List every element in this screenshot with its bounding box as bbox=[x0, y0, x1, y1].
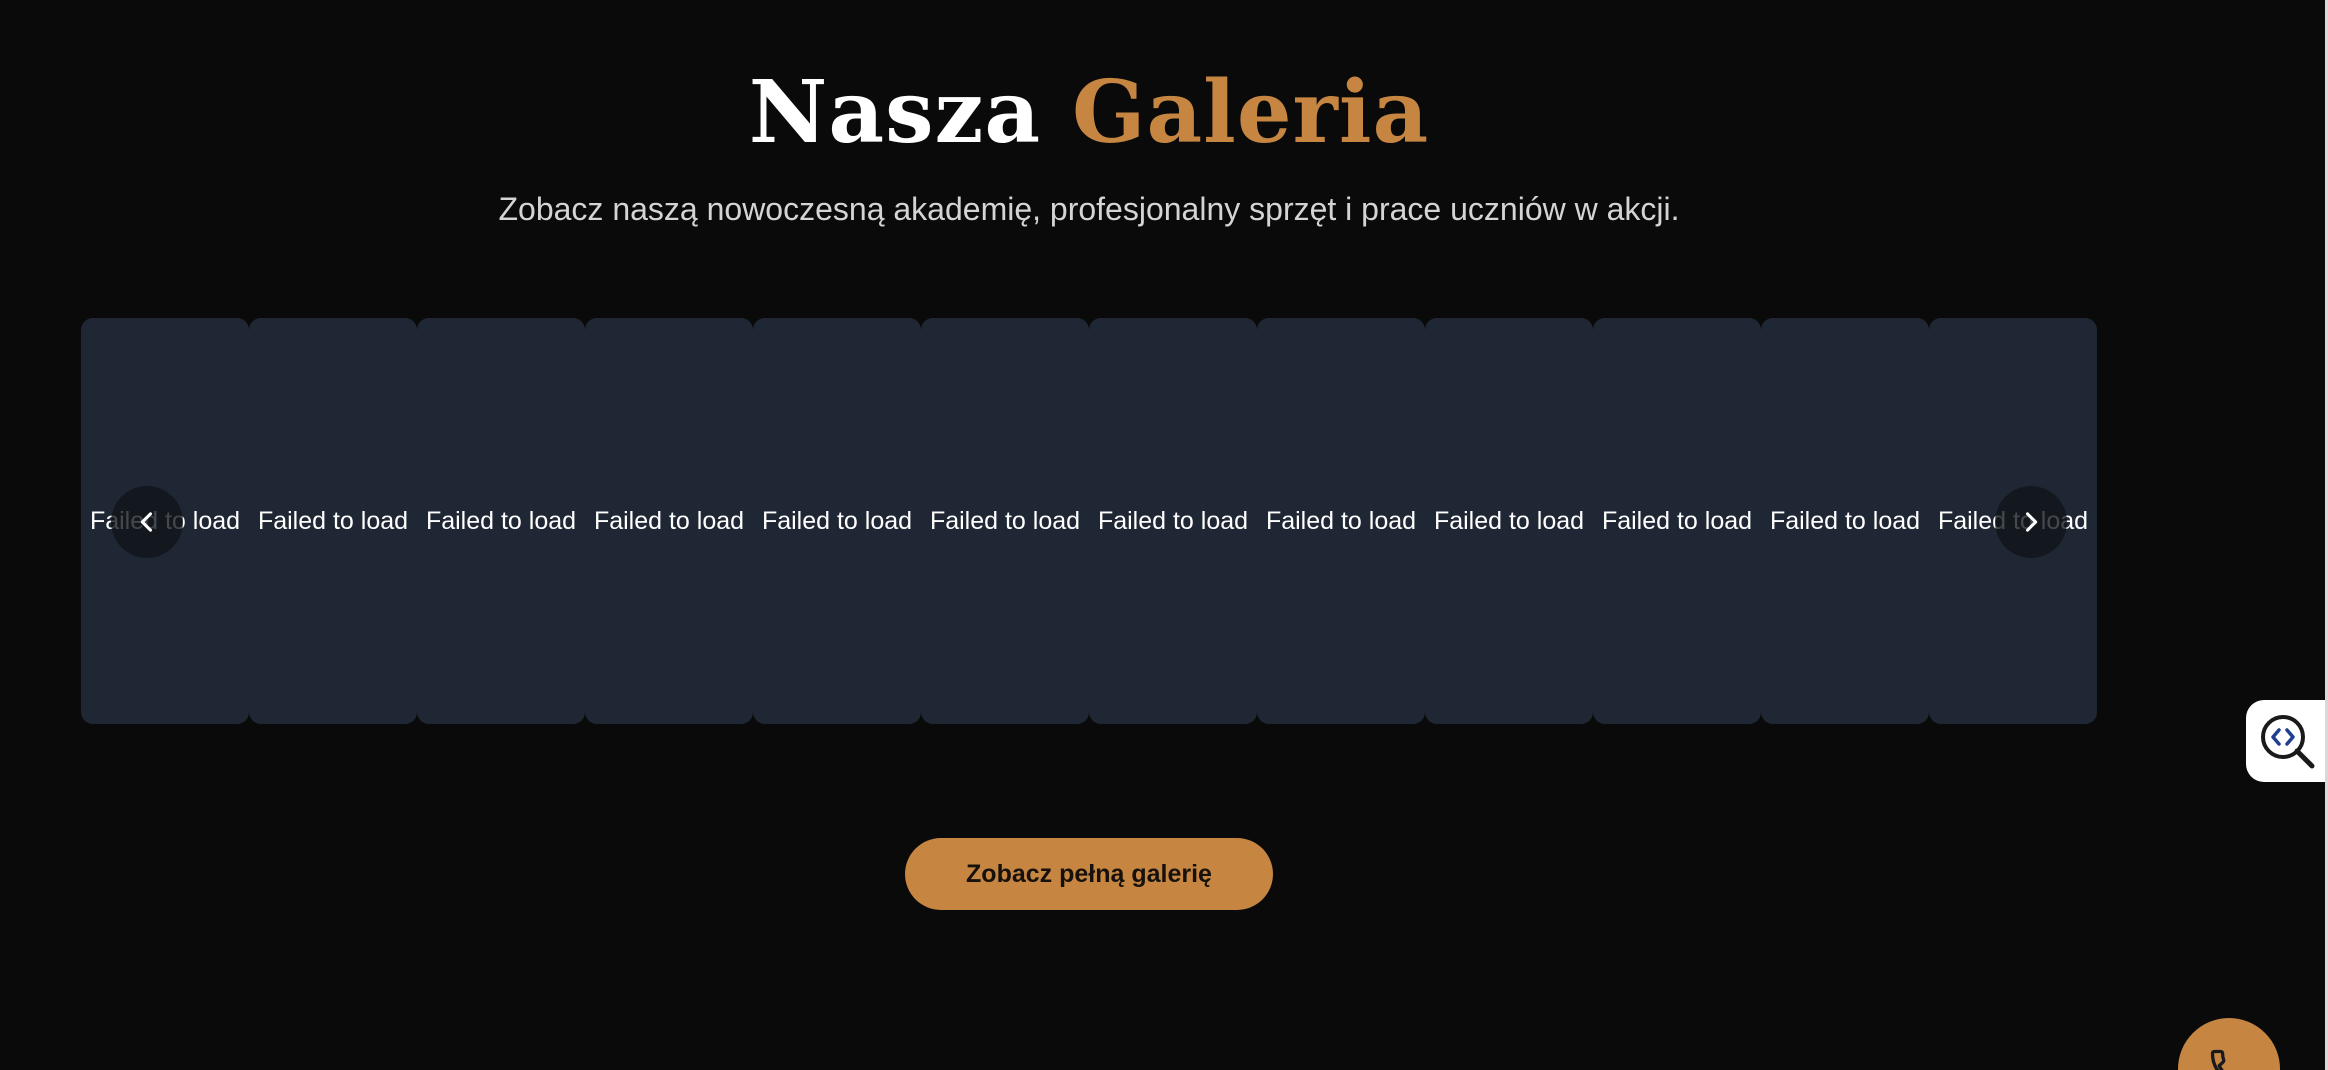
gallery-slide[interactable]: Failed to load bbox=[1761, 318, 1929, 724]
gallery-slide[interactable]: Failed to load bbox=[585, 318, 753, 724]
gallery-page: Nasza Galeria Zobacz naszą nowoczesną ak… bbox=[0, 0, 2328, 1070]
floating-phone-button[interactable] bbox=[2178, 1018, 2280, 1070]
slide-error-text: Failed to load bbox=[1097, 506, 1249, 535]
carousel-prev-button[interactable] bbox=[111, 486, 183, 558]
chevron-left-icon bbox=[140, 512, 153, 532]
gallery-subtitle: Zobacz naszą nowoczesną akademię, profes… bbox=[498, 191, 1680, 227]
slide-error-text: Failed to load bbox=[1769, 506, 1921, 535]
slide-error-text: Failed to load bbox=[1601, 506, 1753, 535]
slide-error-text: Failed to load bbox=[593, 506, 745, 535]
gallery-slide[interactable]: Failed to load bbox=[1425, 318, 1593, 724]
slide-error-text: Failed to load bbox=[257, 506, 409, 535]
side-widget-button[interactable] bbox=[2246, 700, 2328, 782]
gallery-title-main: Nasza bbox=[748, 62, 1042, 163]
slide-error-text: Failed to load bbox=[425, 506, 577, 535]
gallery-carousel: Failed to load Failed to load Failed to … bbox=[81, 318, 2097, 724]
carousel-next-button[interactable] bbox=[1995, 486, 2067, 558]
slide-error-text: Failed to load bbox=[1433, 506, 1585, 535]
phone-icon bbox=[2210, 1049, 2226, 1070]
gallery-slide[interactable]: Failed to load bbox=[1257, 318, 1425, 724]
gallery-slide[interactable]: Failed to load bbox=[1089, 318, 1257, 724]
slide-error-text: Failed to load bbox=[929, 506, 1081, 535]
gallery-title-accent: Galeria bbox=[1072, 62, 1430, 163]
slide-error-text: Failed to load bbox=[761, 506, 913, 535]
slide-error-text: Failed to load bbox=[1265, 506, 1417, 535]
gallery-slide[interactable]: Failed to load bbox=[1593, 318, 1761, 724]
chevron-right-icon bbox=[2025, 512, 2038, 532]
gallery-slide[interactable]: Failed to load bbox=[249, 318, 417, 724]
view-full-gallery-button[interactable]: Zobacz pełną galerię bbox=[905, 838, 1273, 910]
carousel-track: Failed to load Failed to load Failed to … bbox=[81, 318, 2097, 724]
gallery-slide[interactable]: Failed to load bbox=[753, 318, 921, 724]
code-search-icon bbox=[2261, 715, 2315, 769]
gallery-slide[interactable]: Failed to load bbox=[921, 318, 1089, 724]
gallery-title: Nasza Galeria bbox=[0, 58, 2178, 168]
gallery-slide[interactable]: Failed to load bbox=[417, 318, 585, 724]
